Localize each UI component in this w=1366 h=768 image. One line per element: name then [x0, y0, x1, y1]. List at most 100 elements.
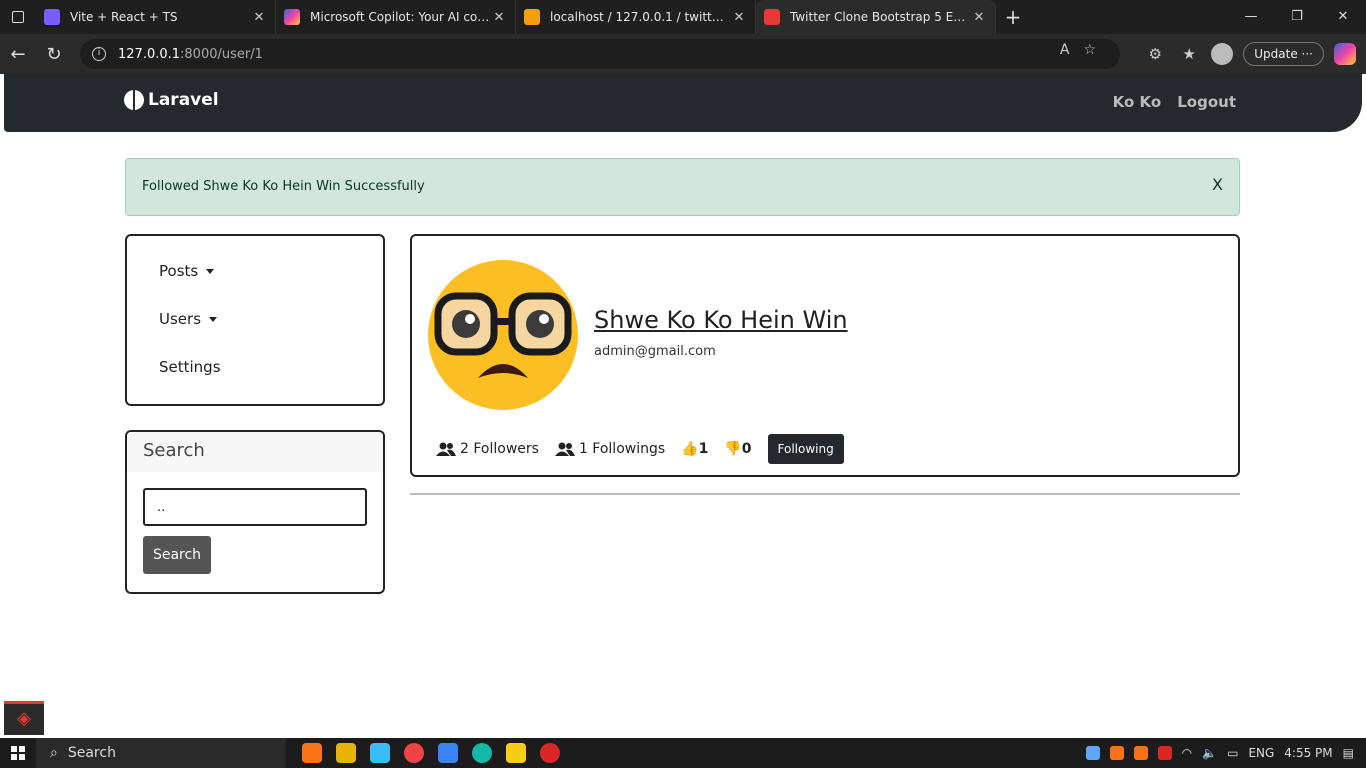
dislike-count[interactable]: 👎 0: [724, 441, 751, 457]
menu-item-users[interactable]: Users: [159, 310, 218, 328]
windows-taskbar: ⌕ Search ◠ 🔈 ▭ ENG 4:55 PM ▤: [0, 738, 1366, 768]
web-page: Laravel Ko Ko Logout Followed Shwe Ko Ko…: [4, 74, 1362, 735]
wifi-icon[interactable]: ◠: [1182, 746, 1192, 760]
profile-stats: 2 Followers 1 Followings 👍 1 👎 0 Followi…: [436, 434, 844, 464]
tray-app-icon[interactable]: [1109, 746, 1124, 760]
search-input[interactable]: [143, 488, 367, 526]
notifications-icon[interactable]: ▤: [1343, 746, 1354, 760]
search-button[interactable]: Search: [143, 536, 211, 574]
menu-item-posts[interactable]: Posts: [159, 262, 215, 280]
read-aloud-icon[interactable]: A: [1060, 42, 1070, 58]
menu-item-label: Users: [159, 310, 202, 328]
tray-app-icon[interactable]: [1133, 746, 1148, 760]
system-tray: ◠ 🔈 ▭ ENG 4:55 PM ▤: [1085, 738, 1366, 768]
chrome-icon[interactable]: [404, 743, 424, 763]
site-info-icon[interactable]: i: [92, 47, 106, 61]
menu-item-settings[interactable]: Settings: [159, 358, 221, 376]
followings-count[interactable]: 1 Followings: [554, 441, 666, 457]
user-name-link[interactable]: Ko Ko: [1113, 93, 1162, 111]
tray-app-icon[interactable]: [1157, 746, 1172, 760]
file-explorer-icon[interactable]: [506, 743, 526, 763]
phpmyadmin-icon: [524, 9, 540, 25]
close-tab-icon[interactable]: ✕: [491, 10, 507, 25]
alert-close-button[interactable]: X: [1212, 175, 1223, 194]
close-tab-icon[interactable]: ✕: [971, 10, 987, 25]
like-count-value: 1: [698, 441, 709, 457]
followers-count[interactable]: 2 Followers: [436, 441, 539, 457]
clock[interactable]: 4:55 PM: [1284, 746, 1332, 760]
caret-down-icon: [209, 316, 218, 322]
users-icon: [554, 442, 575, 456]
minimize-icon[interactable]: —: [1228, 0, 1274, 34]
battery-icon[interactable]: ▭: [1227, 746, 1238, 760]
brand-name: Laravel: [148, 90, 219, 110]
brain-logo-icon: [124, 90, 144, 110]
tray-app-icon[interactable]: [1085, 746, 1100, 760]
copilot-button-icon[interactable]: [1334, 43, 1356, 65]
browser-tab-bar: Vite + React + TS ✕ Microsoft Copilot: Y…: [0, 0, 1366, 34]
reload-icon[interactable]: ↻: [36, 44, 72, 65]
side-menu: Posts Users Settings: [125, 234, 385, 406]
edge-icon[interactable]: [472, 743, 492, 763]
browser-tab-vite[interactable]: Vite + React + TS ✕: [36, 0, 276, 34]
update-button[interactable]: Update ···: [1243, 42, 1324, 66]
update-label: Update: [1254, 47, 1298, 61]
url-actions: A ☆: [1060, 42, 1096, 58]
brand-link[interactable]: Laravel: [124, 90, 219, 110]
url-field[interactable]: i 127.0.0.1:8000/user/1: [80, 39, 1120, 69]
profile-email: admin@gmail.com: [594, 344, 716, 359]
search-card: Search Search: [125, 430, 385, 594]
like-count[interactable]: 👍 1: [681, 441, 708, 457]
favorite-star-icon[interactable]: ☆: [1083, 42, 1096, 58]
windows-logo-icon: [11, 746, 25, 760]
close-tab-icon[interactable]: ✕: [731, 10, 747, 25]
search-card-title: Search: [127, 432, 383, 472]
vscode-icon[interactable]: [438, 743, 458, 763]
url-path: :8000/user/1: [180, 46, 263, 62]
followers-label: 2 Followers: [460, 441, 539, 457]
window-controls: — ❐ ✕: [1228, 0, 1366, 34]
browser-tab-twitter-clone[interactable]: Twitter Clone Bootstrap 5 Exampl ✕: [756, 0, 996, 34]
browser-tab-copilot[interactable]: Microsoft Copilot: Your AI compa ✕: [276, 0, 516, 34]
favorites-icon[interactable]: ★: [1177, 45, 1201, 63]
laravel-icon: [764, 9, 780, 25]
taskbar-search-label: Search: [67, 745, 116, 761]
tab-actions-icon[interactable]: [0, 0, 36, 34]
monitor-icon[interactable]: [370, 743, 390, 763]
alert-message: Followed Shwe Ko Ko Hein Win Successfull…: [142, 179, 425, 194]
xampp-icon[interactable]: [302, 743, 322, 763]
divider: [410, 493, 1240, 495]
success-alert: Followed Shwe Ko Ko Hein Win Successfull…: [125, 158, 1240, 216]
language-indicator[interactable]: ENG: [1248, 746, 1274, 760]
tab-title: Microsoft Copilot: Your AI compa: [310, 10, 491, 24]
profile-avatar-icon[interactable]: [1211, 43, 1234, 65]
menu-item-label: Posts: [159, 262, 199, 280]
search-icon: ⌕: [50, 745, 58, 761]
followings-label: 1 Followings: [578, 441, 666, 457]
close-window-icon[interactable]: ✕: [1320, 0, 1366, 34]
caret-down-icon: [206, 268, 215, 274]
volume-icon[interactable]: 🔈: [1202, 746, 1217, 760]
postman-icon[interactable]: [540, 743, 560, 763]
profile-name-link[interactable]: Shwe Ko Ko Hein Win: [594, 306, 848, 334]
profile-card: Shwe Ko Ko Hein Win admin@gmail.com 2 Fo…: [410, 234, 1240, 477]
dislike-count-value: 0: [741, 441, 752, 457]
nerd-face-avatar-icon: [428, 260, 578, 410]
taskbar-search[interactable]: ⌕ Search: [36, 738, 286, 768]
vite-icon: [44, 9, 60, 25]
navbar-right: Ko Ko Logout: [1113, 93, 1236, 111]
laravel-debug-icon[interactable]: ◈: [4, 701, 44, 735]
close-tab-icon[interactable]: ✕: [251, 10, 267, 25]
maximize-icon[interactable]: ❐: [1274, 0, 1320, 34]
site-navbar: Laravel Ko Ko Logout: [4, 74, 1362, 132]
file-icon[interactable]: [336, 743, 356, 763]
start-button[interactable]: [0, 746, 36, 760]
browser-tab-phpmyadmin[interactable]: localhost / 127.0.0.1 / twitter_owl ✕: [516, 0, 756, 34]
logout-link[interactable]: Logout: [1177, 93, 1236, 111]
browser-toolbar: ⚙ ★ Update ···: [1143, 34, 1366, 74]
back-icon[interactable]: ←: [0, 44, 36, 65]
extensions-icon[interactable]: ⚙: [1143, 45, 1167, 63]
tab-title: Vite + React + TS: [70, 10, 178, 24]
following-button[interactable]: Following: [767, 434, 844, 464]
new-tab-icon[interactable]: +: [996, 5, 1030, 29]
